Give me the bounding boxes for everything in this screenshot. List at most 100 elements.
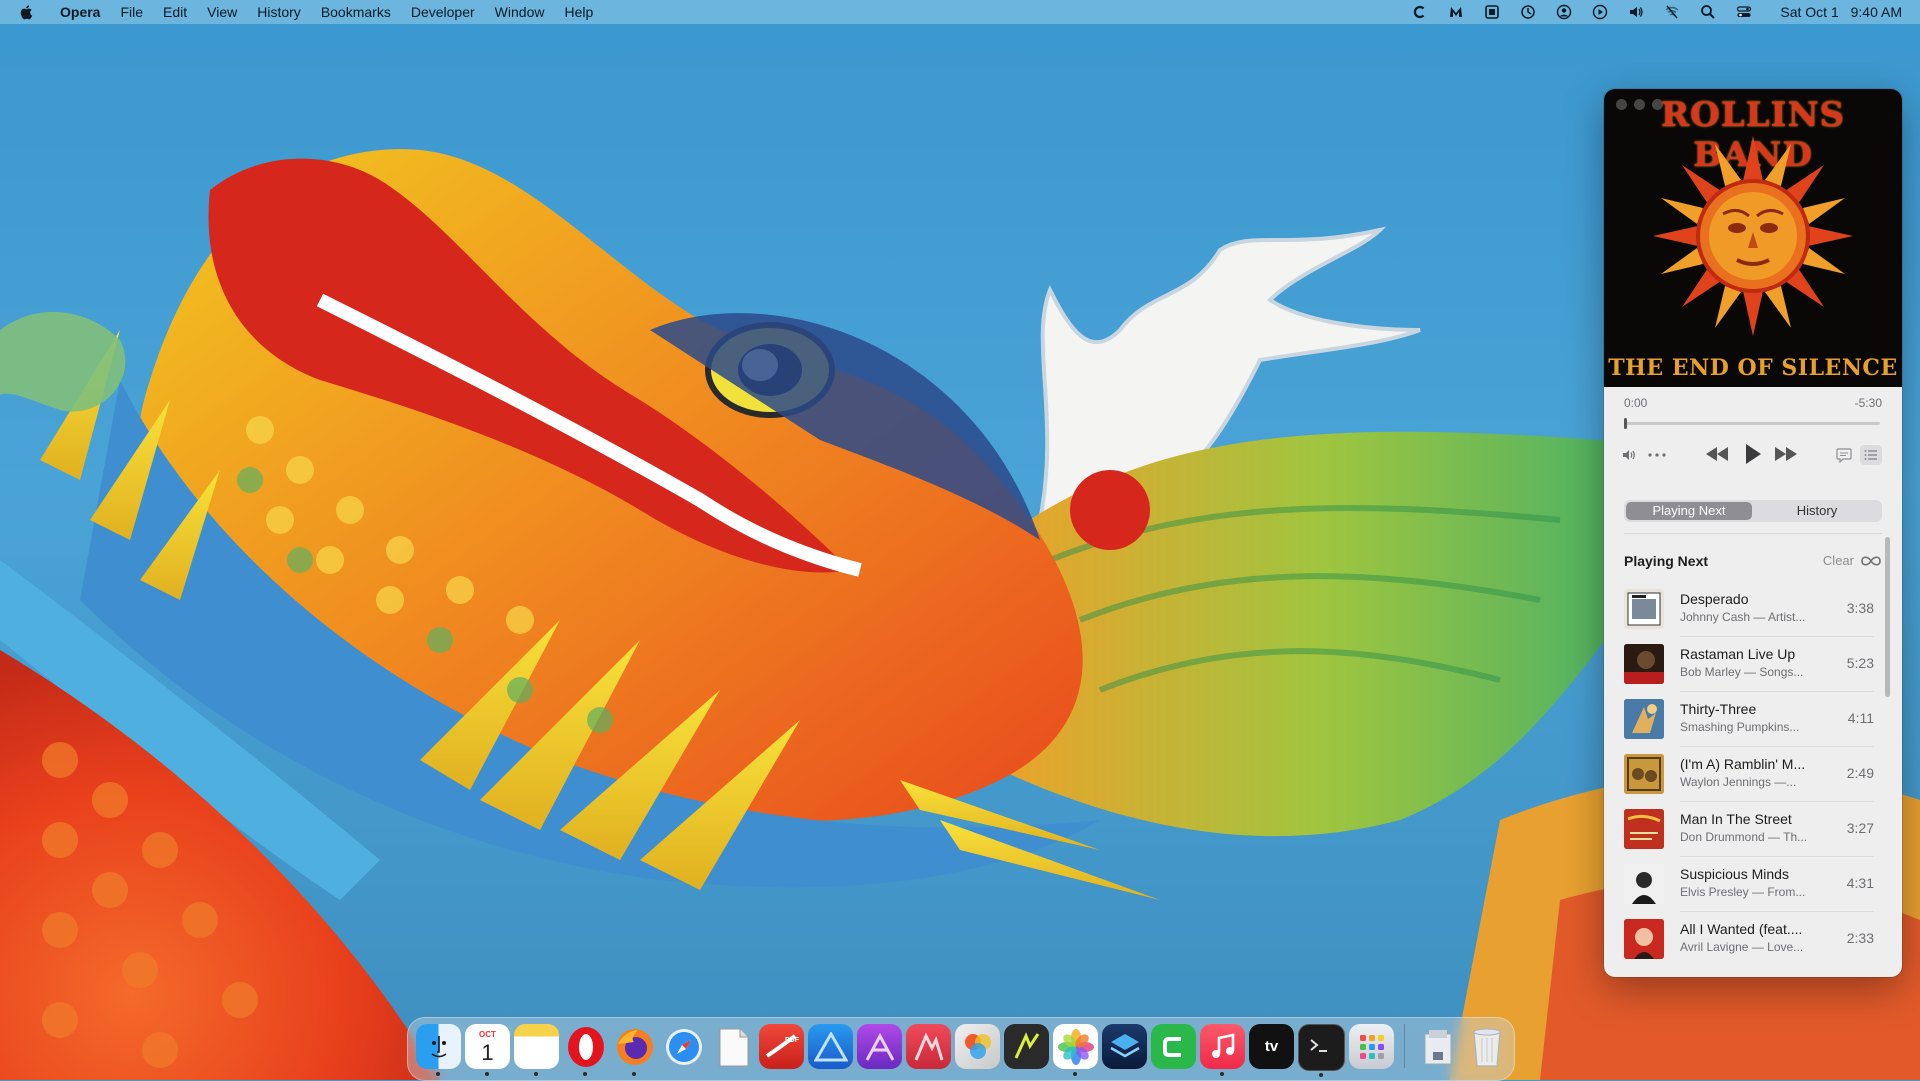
play-circle-icon[interactable] [1589, 3, 1611, 21]
menu-help[interactable]: Help [554, 0, 603, 24]
fast-forward-icon[interactable] [1774, 446, 1798, 462]
search-icon[interactable] [1697, 3, 1719, 21]
autoplay-infinity-icon[interactable] [1860, 554, 1882, 572]
track-subtitle: Don Drummond — Th... [1680, 830, 1808, 844]
firefox-icon[interactable] [612, 1024, 657, 1076]
track-duration: 3:27 [1846, 820, 1874, 836]
queue-item[interactable]: Suspicious Minds Elvis Presley — From...… [1624, 857, 1874, 912]
track-artwork [1624, 864, 1664, 904]
running-indicator [534, 1072, 538, 1076]
queue-item[interactable]: (I'm A) Ramblin' M... Waylon Jennings —.… [1624, 747, 1874, 802]
remaining-time: -5:30 [1854, 396, 1882, 410]
photos-icon[interactable] [1053, 1024, 1098, 1076]
menu-view[interactable]: View [197, 0, 247, 24]
tv-icon[interactable]: tv [1249, 1024, 1294, 1069]
track-title: Desperado [1680, 591, 1749, 607]
layers-icon[interactable] [1102, 1024, 1147, 1069]
opera-icon[interactable] [563, 1024, 608, 1076]
safari-icon[interactable] [661, 1024, 706, 1069]
finder-icon[interactable] [416, 1024, 461, 1076]
calendar-icon[interactable]: OCT 1 [465, 1024, 510, 1076]
vector-icon[interactable] [1004, 1024, 1049, 1069]
queue-item[interactable]: Thirty-Three Smashing Pumpkins... 4:11 [1624, 692, 1874, 747]
malwarebytes-icon[interactable] [1445, 3, 1467, 21]
menu-app-name[interactable]: Opera [50, 0, 110, 24]
apple-menu-icon[interactable] [18, 3, 36, 21]
track-title: Rastaman Live Up [1680, 646, 1796, 662]
control-center-icon[interactable] [1733, 3, 1755, 21]
window-controls [1616, 99, 1663, 110]
user-icon[interactable] [1553, 3, 1575, 21]
affinity-publisher-icon[interactable] [906, 1024, 951, 1069]
scrubber-knob[interactable] [1624, 418, 1627, 429]
affinity-designer-icon[interactable] [808, 1024, 853, 1069]
volume-icon[interactable] [1625, 3, 1647, 21]
clear-queue-button[interactable]: Clear [1823, 553, 1854, 568]
wifi-off-icon[interactable] [1661, 3, 1683, 21]
track-duration: 4:11 [1847, 710, 1874, 726]
queue-icon[interactable] [1860, 445, 1882, 465]
sun-face-artwork [1653, 136, 1853, 336]
music-mini-player: ROLLINS BAND [1604, 89, 1902, 977]
track-duration: 4:31 [1846, 875, 1874, 891]
lyrics-icon[interactable] [1836, 448, 1852, 463]
cpu-icon[interactable] [1481, 3, 1503, 21]
queue-scrollbar[interactable] [1885, 537, 1890, 697]
queue-segmented-control: Playing Next History [1624, 500, 1882, 522]
track-artwork [1624, 589, 1664, 629]
queue-item[interactable]: Desperado Johnny Cash — Artist... 3:38 [1624, 582, 1874, 637]
more-icon[interactable] [1648, 453, 1666, 457]
menu-history[interactable]: History [247, 0, 311, 24]
playback-scrubber[interactable] [1624, 418, 1880, 429]
menu-edit[interactable]: Edit [153, 0, 197, 24]
menu-bookmarks[interactable]: Bookmarks [311, 0, 401, 24]
notes-icon[interactable] [514, 1024, 559, 1076]
c-app-icon[interactable] [1151, 1024, 1196, 1069]
dock-separator [1404, 1024, 1405, 1068]
tv-label: tv [1264, 1038, 1279, 1055]
track-subtitle: Waylon Jennings —... [1680, 775, 1797, 789]
play-icon[interactable] [1744, 443, 1762, 465]
track-artwork [1624, 699, 1664, 739]
queue-header: Playing Next Clear [1624, 553, 1882, 573]
tab-history[interactable]: History [1754, 502, 1880, 520]
zoom-button[interactable] [1652, 99, 1663, 110]
track-title: Thirty-Three [1680, 701, 1757, 717]
queue-title: Playing Next [1624, 553, 1709, 569]
downloads-icon[interactable] [1415, 1024, 1460, 1069]
affinity-photo-icon[interactable] [857, 1024, 902, 1069]
track-subtitle: Johnny Cash — Artist... [1680, 610, 1806, 624]
rewind-icon[interactable] [1705, 446, 1729, 462]
calendar-month: OCT [479, 1029, 496, 1039]
terminal-icon[interactable] [1298, 1024, 1345, 1077]
time-machine-icon[interactable] [1517, 3, 1539, 21]
queue-item[interactable]: Man In The Street Don Drummond — Th... 3… [1624, 802, 1874, 857]
launchpad-icon[interactable] [1349, 1024, 1394, 1069]
c-icon[interactable] [1409, 3, 1431, 21]
pixelmator-icon[interactable] [955, 1024, 1000, 1069]
tab-playing-next[interactable]: Playing Next [1626, 502, 1752, 520]
volume-icon[interactable] [1622, 448, 1638, 462]
queue-item[interactable]: Rastaman Live Up Bob Marley — Songs... 5… [1624, 637, 1874, 692]
track-subtitle: Elvis Presley — From... [1680, 885, 1806, 899]
track-artwork [1624, 644, 1664, 684]
running-indicator [632, 1072, 636, 1076]
menubar-clock[interactable]: Sat Oct 1 9:40 AM [1772, 4, 1902, 20]
svg-text:PDF: PDF [785, 1037, 799, 1044]
menu-developer[interactable]: Developer [401, 0, 485, 24]
queue-item[interactable]: All I Wanted (feat.... Avril Lavigne — L… [1624, 912, 1874, 967]
elapsed-time: 0:00 [1624, 396, 1648, 410]
textedit-icon[interactable] [710, 1024, 755, 1069]
menubar-time: 9:40 AM [1850, 4, 1902, 20]
track-title: All I Wanted (feat.... [1680, 921, 1803, 937]
track-title: (I'm A) Ramblin' M... [1680, 756, 1806, 772]
menu-file[interactable]: File [110, 0, 153, 24]
menu-window[interactable]: Window [485, 0, 555, 24]
close-button[interactable] [1616, 99, 1627, 110]
track-duration: 5:23 [1846, 655, 1874, 671]
track-artwork [1624, 754, 1664, 794]
pdf-icon[interactable]: PDF [759, 1024, 804, 1069]
music-icon[interactable] [1200, 1024, 1245, 1076]
minimize-button[interactable] [1634, 99, 1645, 110]
trash-icon[interactable] [1464, 1024, 1509, 1069]
